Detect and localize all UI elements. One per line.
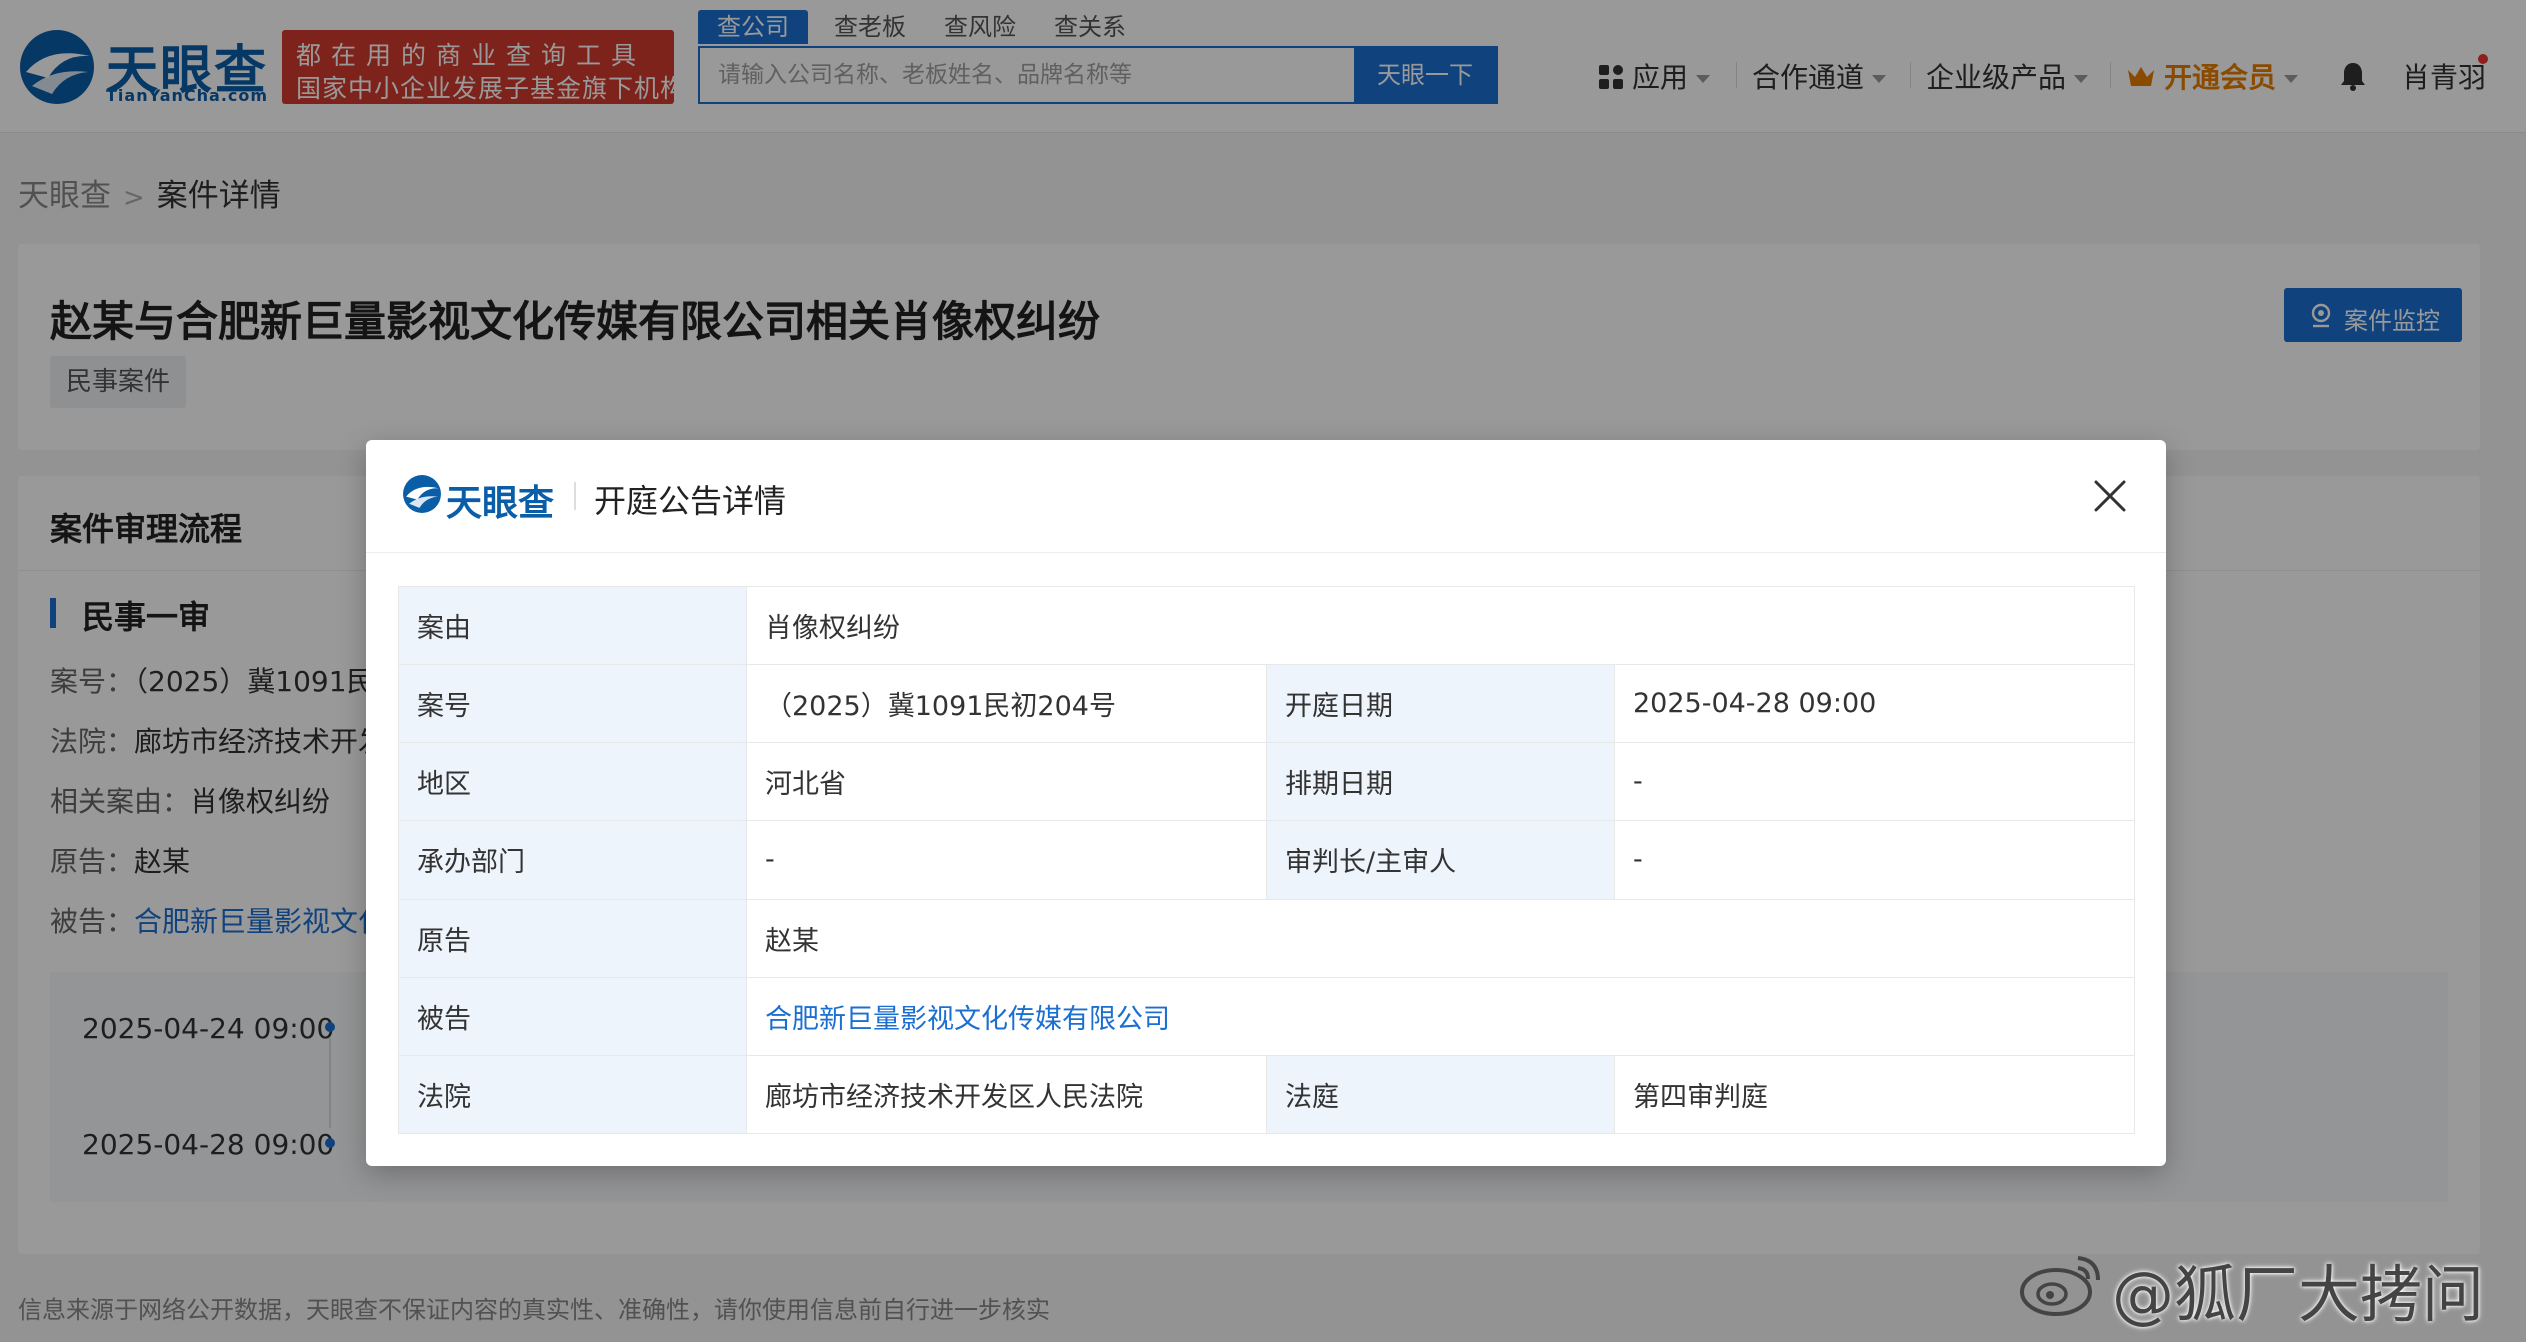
modal-logo: 天眼查 [402,474,562,524]
modal-title: 开庭公告详情 [594,482,787,520]
cell-value: - [746,820,1267,900]
weibo-logo-icon [2020,1256,2100,1316]
cell-key: 审判长/主审人 [1266,820,1615,900]
hearing-notice-modal: 天眼查 开庭公告详情 案由 肖像权纠纷 案号 （2025）冀1091民初204号… [366,440,2166,1166]
modal-header: 天眼查 开庭公告详情 [366,440,2166,553]
table-row: 原告 赵某 [398,898,2136,978]
watermark: @狐厂大拷问 [2018,1244,2508,1331]
cell-value: 2025-04-28 09:00 [1613,664,2136,744]
cell-key: 排期日期 [1266,742,1615,822]
close-icon[interactable] [2090,476,2130,516]
cell-key: 原告 [398,898,747,978]
watermark-text: @狐厂大拷问 [2112,1258,2485,1331]
cell-key: 案由 [398,585,747,666]
table-row: 案由 肖像权纠纷 [398,585,2136,666]
cell-value: 第四审判庭 [1613,1054,2136,1135]
table-row: 地区 河北省 排期日期 - [398,742,2136,822]
table-row: 被告 合肥新巨量影视文化传媒有限公司 [398,976,2136,1056]
cell-key: 法庭 [1266,1054,1615,1135]
cell-key: 开庭日期 [1266,664,1615,744]
cell-key: 被告 [398,976,747,1056]
cell-value: 合肥新巨量影视文化传媒有限公司 [745,976,2136,1056]
table-row: 承办部门 - 审判长/主审人 - [398,820,2136,900]
cell-key: 案号 [398,664,747,744]
table-row: 案号 （2025）冀1091民初204号 开庭日期 2025-04-28 09:… [398,664,2136,744]
defendant-link[interactable]: 合肥新巨量影视文化传媒有限公司 [765,1004,1170,1035]
cell-key: 法院 [398,1054,747,1135]
cell-value: 廊坊市经济技术开发区人民法院 [746,1054,1267,1135]
hearing-detail-table: 案由 肖像权纠纷 案号 （2025）冀1091民初204号 开庭日期 2025-… [398,585,2136,1135]
cell-value: 河北省 [746,742,1267,822]
cell-value: - [1613,742,2136,822]
cell-key: 地区 [398,742,747,822]
eye-logo-icon [403,475,441,513]
table-row: 法院 廊坊市经济技术开发区人民法院 法庭 第四审判庭 [398,1054,2136,1135]
cell-value: 赵某 [745,898,2136,978]
cell-value: 肖像权纠纷 [745,585,2136,666]
cell-value: - [1613,820,2136,900]
divider [574,482,576,510]
cell-key: 承办部门 [398,820,747,900]
modal-logo-text: 天眼查 [446,483,555,524]
cell-value: （2025）冀1091民初204号 [746,664,1267,744]
